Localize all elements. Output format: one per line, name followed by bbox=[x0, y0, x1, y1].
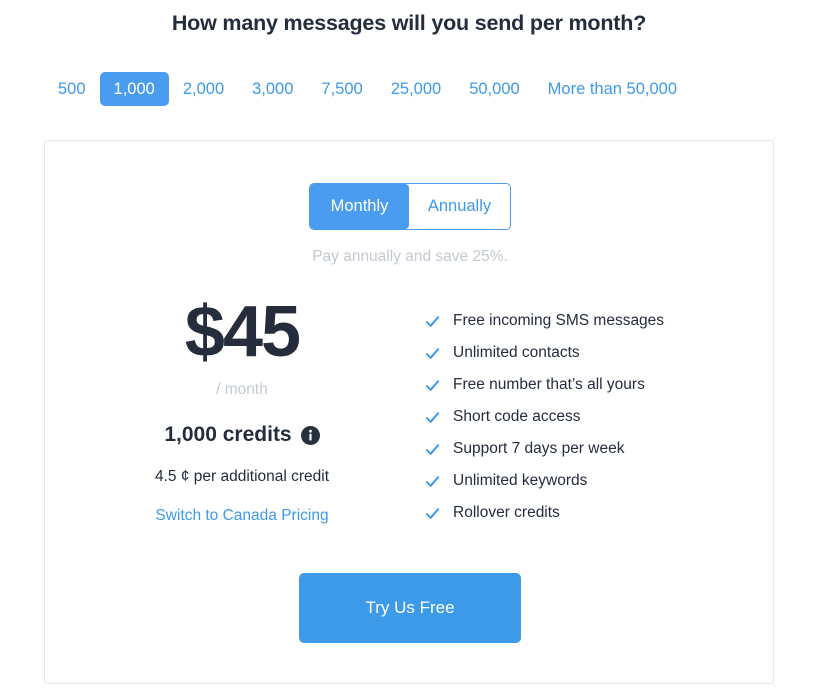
feature-label: Unlimited keywords bbox=[453, 472, 588, 489]
message-volume-tabs: 500 1,000 2,000 3,000 7,500 25,000 50,000 More … bbox=[44, 68, 774, 110]
feature-label: Rollover credits bbox=[453, 504, 560, 521]
check-icon bbox=[425, 347, 440, 359]
volume-tab[interactable]: 50,000 bbox=[455, 72, 533, 107]
billing-period-toggle[interactable]: Monthly Annually bbox=[309, 183, 511, 230]
price-period: / month bbox=[216, 381, 268, 398]
feature-label: Free number that’s all yours bbox=[453, 376, 645, 393]
additional-credit-rate: 4.5 ¢ per additional credit bbox=[154, 468, 330, 485]
volume-tab[interactable]: 1,000 bbox=[99, 71, 169, 107]
billing-toggle-monthly[interactable]: Monthly bbox=[310, 184, 409, 229]
feature-label: Free incoming SMS messages bbox=[453, 312, 665, 329]
feature-item: Support 7 days per week bbox=[425, 433, 755, 465]
feature-label: Support 7 days per week bbox=[453, 440, 625, 457]
volume-tab[interactable]: 25,000 bbox=[377, 72, 455, 107]
credits-label: 1,000 credits bbox=[164, 423, 292, 446]
feature-label: Unlimited contacts bbox=[453, 344, 580, 361]
price-amount: $45 bbox=[184, 292, 301, 372]
volume-tab[interactable]: 2,000 bbox=[169, 72, 238, 107]
feature-item: Short code access bbox=[425, 401, 755, 433]
check-icon bbox=[425, 315, 440, 327]
pricing-card: Monthly Annually Pay annually and save 2… bbox=[44, 140, 774, 684]
pricing-page: How many messages will you send per mont… bbox=[0, 0, 818, 696]
feature-item: Rollover credits bbox=[425, 497, 755, 529]
credits-row: 1,000 credits bbox=[97, 423, 387, 447]
feature-item: Free incoming SMS messages bbox=[425, 305, 755, 337]
page-title: How many messages will you send per mont… bbox=[171, 11, 647, 35]
volume-tab[interactable]: 3,000 bbox=[238, 72, 307, 107]
features-list: Free incoming SMS messages Unlimited cont… bbox=[425, 305, 755, 529]
feature-item: Unlimited keywords bbox=[425, 465, 755, 497]
check-icon bbox=[425, 379, 440, 391]
billing-toggle-annually[interactable]: Annually bbox=[409, 184, 510, 229]
volume-tab[interactable]: 500 bbox=[44, 72, 100, 107]
volume-tab[interactable]: 7,500 bbox=[307, 72, 376, 107]
check-icon bbox=[425, 411, 440, 423]
volume-tab[interactable]: More than 50,000 bbox=[534, 72, 691, 107]
try-us-free-button[interactable]: Try Us Free bbox=[299, 573, 521, 643]
switch-region-pricing-link[interactable]: Switch to Canada Pricing bbox=[155, 507, 328, 525]
check-icon bbox=[425, 443, 440, 455]
feature-item: Free number that’s all yours bbox=[425, 369, 755, 401]
check-icon bbox=[425, 475, 440, 487]
feature-label: Short code access bbox=[453, 408, 581, 425]
check-icon bbox=[425, 507, 440, 519]
annual-savings-note: Pay annually and save 25%. bbox=[312, 248, 508, 265]
feature-item: Unlimited contacts bbox=[425, 337, 755, 369]
info-icon[interactable] bbox=[300, 425, 320, 445]
price-column: $45 / month 1,000 credits 4.5 ¢ per addi… bbox=[97, 296, 387, 525]
